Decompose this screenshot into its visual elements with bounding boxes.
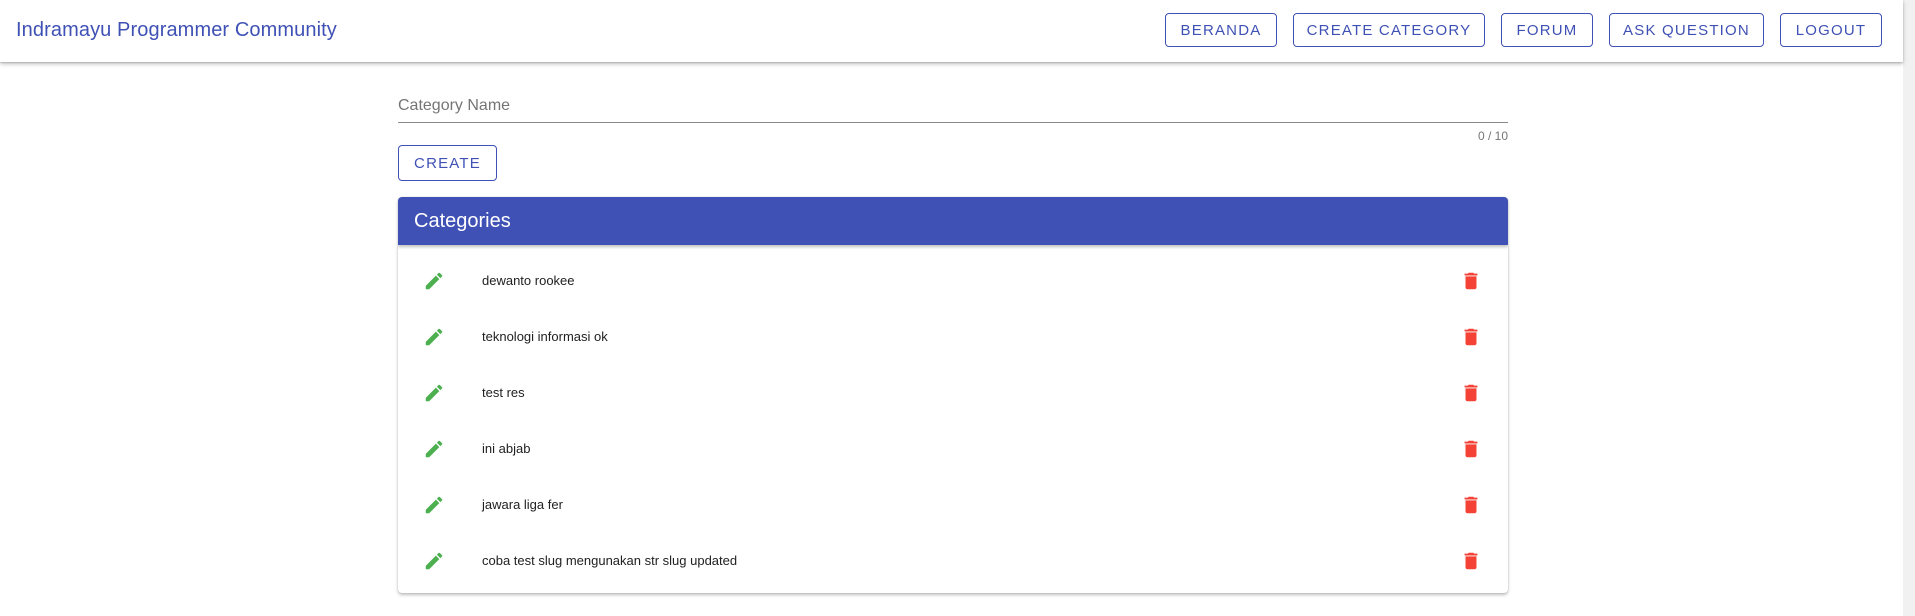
category-name: dewanto rookee [482,273,575,288]
list-item: test res [398,365,1508,421]
nav-logout-button[interactable]: LOGOUT [1780,13,1882,47]
category-name: ini abjab [482,441,531,456]
nav-create-category-button[interactable]: CREATE CATEGORY [1293,13,1485,47]
list-item: jawara liga fer [398,477,1508,533]
trash-icon[interactable] [1460,494,1482,516]
nav-forum-button[interactable]: FORUM [1501,13,1593,47]
nav-beranda-button[interactable]: BERANDA [1165,13,1277,47]
pencil-icon[interactable] [423,326,445,348]
trash-icon[interactable] [1460,270,1482,292]
create-button[interactable]: CREATE [398,145,497,181]
category-name: coba test slug mengunakan str slug updat… [482,553,738,568]
categories-title: Categories [414,209,511,232]
categories-list: dewanto rookee teknologi informasi ok te… [398,245,1508,589]
trash-icon[interactable] [1460,326,1482,348]
pencil-icon[interactable] [423,550,445,572]
list-item: ini abjab [398,421,1508,477]
trash-icon[interactable] [1460,382,1482,404]
category-name: teknologi informasi ok [482,329,608,344]
pencil-icon[interactable] [423,382,445,404]
trash-icon[interactable] [1460,550,1482,572]
categories-card: Categories dewanto rookee teknologi info… [398,197,1508,593]
pencil-icon[interactable] [423,270,445,292]
category-name-label: Category Name [398,97,511,114]
trash-icon[interactable] [1460,438,1482,460]
list-item: teknologi informasi ok [398,309,1508,365]
category-name: test res [482,385,525,400]
page: Indramayu Programmer Community BERANDA C… [0,0,1915,616]
page-scrollbar[interactable] [1903,0,1915,616]
nav-ask-question-button[interactable]: ASK QUESTION [1609,13,1764,47]
category-name-input[interactable] [398,92,1508,123]
categories-header: Categories [398,197,1508,245]
brand-title[interactable]: Indramayu Programmer Community [16,19,337,42]
list-item: dewanto rookee [398,253,1508,309]
pencil-icon[interactable] [423,494,445,516]
category-name: jawara liga fer [482,497,563,512]
character-counter: 0 / 10 [1477,129,1508,143]
pencil-icon[interactable] [423,438,445,460]
top-navbar: Indramayu Programmer Community BERANDA C… [0,0,1903,62]
list-item: coba test slug mengunakan str slug updat… [398,533,1508,589]
